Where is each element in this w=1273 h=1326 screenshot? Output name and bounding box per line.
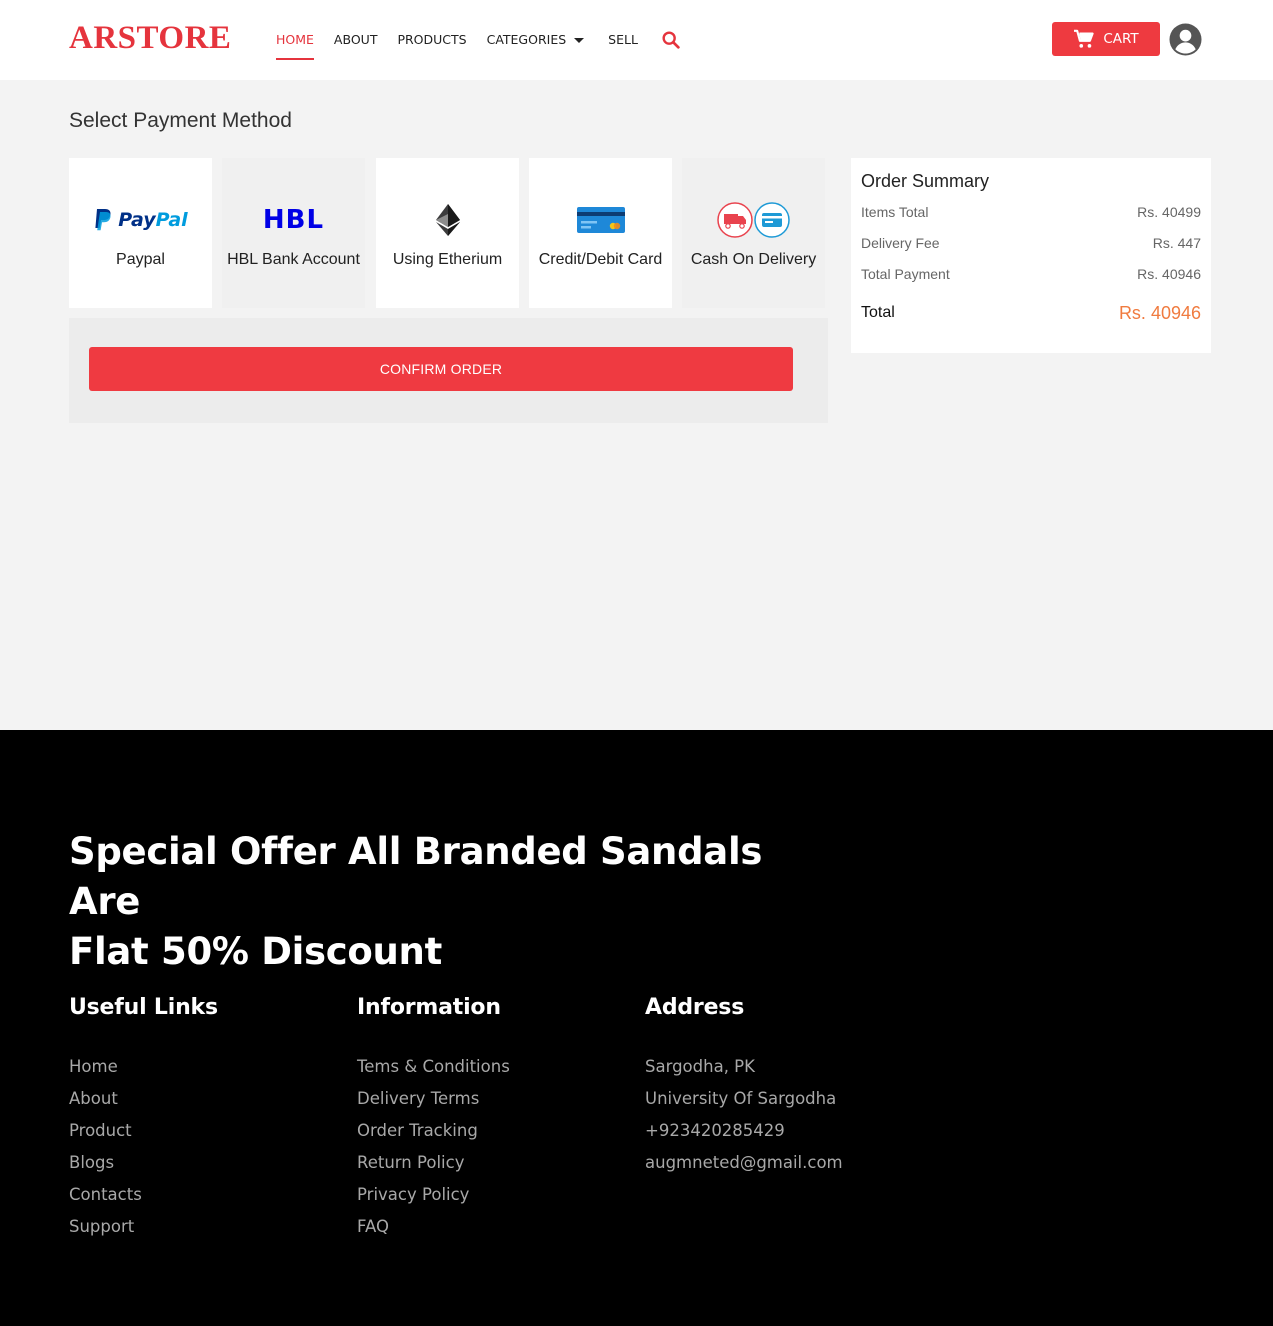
- payment-option-label: Cash On Delivery: [690, 251, 817, 268]
- footer-link-faq[interactable]: FAQ: [357, 1211, 510, 1243]
- summary-label: Items Total: [861, 204, 929, 220]
- footer-link-about[interactable]: About: [69, 1083, 218, 1115]
- payment-option-label: Credit/Debit Card: [538, 251, 663, 268]
- summary-row-total-payment: Total Payment Rs. 40946: [861, 266, 1201, 297]
- site-footer: Special Offer All Branded Sandals Are Fl…: [0, 730, 1273, 1326]
- special-offer-heading: Special Offer All Branded Sandals Are Fl…: [69, 827, 829, 977]
- address-city: Sargodha, PK: [645, 1057, 755, 1076]
- credit-card-icon: [576, 196, 625, 244]
- nav-categories-label: CATEGORIES: [486, 32, 567, 47]
- ethereum-icon: [433, 196, 463, 244]
- summary-total-label: Total: [861, 304, 895, 321]
- brand-logo[interactable]: ARSTORE: [69, 20, 231, 57]
- payment-option-card[interactable]: Credit/Debit Card: [529, 158, 672, 308]
- summary-label: Delivery Fee: [861, 235, 940, 251]
- address-university: University Of Sargodha: [645, 1089, 837, 1108]
- search-icon[interactable]: [660, 29, 682, 51]
- footer-column-title: Information: [357, 995, 501, 1020]
- hbl-logo: HBL: [263, 196, 324, 244]
- confirm-order-panel: CONFIRM ORDER: [69, 318, 828, 423]
- main-nav: HOME ABOUT PRODUCTS CATEGORIES SELL: [276, 0, 682, 80]
- address-phone: +923420285429: [645, 1121, 785, 1140]
- payment-option-label: HBL Bank Account: [227, 251, 360, 268]
- summary-label: Total Payment: [861, 266, 950, 282]
- footer-useful-links: Useful Links Home About Product Blogs Co…: [69, 995, 218, 1243]
- caret-down-icon: [574, 37, 585, 43]
- user-avatar-icon[interactable]: [1169, 23, 1202, 56]
- footer-information: Information Tems & Conditions Delivery T…: [357, 995, 510, 1243]
- confirm-order-button[interactable]: CONFIRM ORDER: [89, 347, 793, 391]
- nav-products[interactable]: PRODUCTS: [397, 28, 466, 52]
- order-summary-title: Order Summary: [861, 171, 990, 191]
- footer-column-title: Address: [645, 995, 745, 1020]
- footer-link-order-tracking[interactable]: Order Tracking: [357, 1115, 510, 1147]
- cart-button[interactable]: CART: [1052, 22, 1160, 56]
- cart-label: CART: [1103, 31, 1139, 47]
- footer-link-blogs[interactable]: Blogs: [69, 1147, 218, 1179]
- footer-link-privacy-policy[interactable]: Privacy Policy: [357, 1179, 510, 1211]
- footer-link-contacts[interactable]: Contacts: [69, 1179, 218, 1211]
- order-summary-card: Order Summary Items Total Rs. 40499 Deli…: [851, 158, 1211, 353]
- footer-link-product[interactable]: Product: [69, 1115, 218, 1147]
- top-navbar: ARSTORE HOME ABOUT PRODUCTS CATEGORIES S…: [0, 0, 1273, 80]
- summary-value: Rs. 40946: [1137, 266, 1201, 282]
- summary-row-total: Total Rs. 40946: [861, 299, 1201, 327]
- nav-about[interactable]: ABOUT: [334, 28, 378, 52]
- cart-icon: [1074, 29, 1095, 48]
- payment-option-paypal[interactable]: PayPal Paypal: [69, 158, 212, 308]
- payment-option-cod[interactable]: Cash On Delivery: [682, 158, 825, 308]
- offer-line-2: Flat 50% Discount: [69, 930, 442, 973]
- payment-option-ethereum[interactable]: Using Etherium: [376, 158, 519, 308]
- nav-home[interactable]: HOME: [276, 28, 314, 60]
- paypal-icon: [95, 209, 111, 231]
- summary-total-value: Rs. 40946: [1118, 302, 1201, 323]
- nav-sell[interactable]: SELL: [608, 28, 638, 52]
- footer-address: Address Sargodha, PK University Of Sargo…: [645, 995, 843, 1179]
- summary-value: Rs. 447: [1152, 235, 1201, 251]
- footer-column-title: Useful Links: [69, 995, 218, 1020]
- summary-value: Rs. 40499: [1137, 204, 1201, 220]
- footer-link-home[interactable]: Home: [69, 1051, 218, 1083]
- summary-row-delivery-fee: Delivery Fee Rs. 447: [861, 235, 1201, 266]
- address-email: augmneted@gmail.com: [645, 1153, 843, 1172]
- payment-option-label: Using Etherium: [392, 251, 503, 268]
- offer-line-1: Special Offer All Branded Sandals Are: [69, 830, 763, 923]
- nav-categories[interactable]: CATEGORIES: [487, 28, 585, 52]
- summary-row-items-total: Items Total Rs. 40499: [861, 204, 1201, 235]
- payment-option-label: Paypal: [116, 251, 165, 268]
- footer-link-return-policy[interactable]: Return Policy: [357, 1147, 510, 1179]
- footer-link-delivery-terms[interactable]: Delivery Terms: [357, 1083, 510, 1115]
- hbl-logo-text: HBL: [262, 205, 325, 235]
- footer-link-terms[interactable]: Tems & Conditions: [357, 1051, 510, 1083]
- delivery-truck-icon: [716, 196, 791, 244]
- payment-option-hbl[interactable]: HBL HBL Bank Account: [222, 158, 365, 308]
- footer-link-support[interactable]: Support: [69, 1211, 218, 1243]
- payment-section-title: Select Payment Method: [69, 109, 292, 132]
- paypal-logo: PayPal: [93, 196, 188, 244]
